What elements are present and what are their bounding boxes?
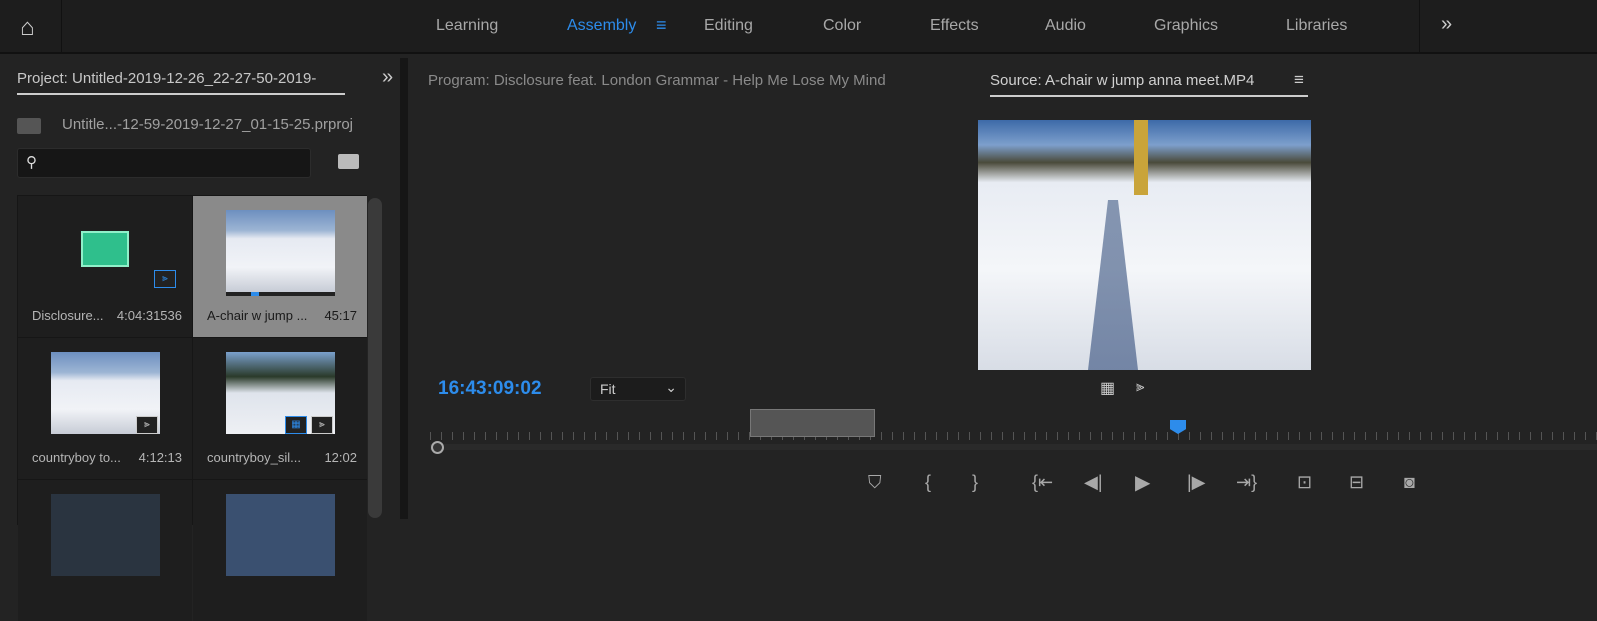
clip-thumbnail (226, 210, 335, 292)
workspace-bar: ⌂ Learning Assembly ≡ Editing Color Effe… (0, 0, 1597, 54)
add-marker-button[interactable]: ⛉ (868, 472, 882, 493)
mark-out-button[interactable]: } (972, 472, 978, 493)
workspace-effects[interactable]: Effects (930, 17, 979, 35)
clip-name: A-chair w jump ... (207, 308, 308, 323)
drag-video-icon[interactable]: ▦ (1100, 378, 1115, 398)
bin-item-selected[interactable]: A-chair w jump ... 45:17 (193, 196, 367, 337)
clip-name: countryboy to... (32, 450, 121, 465)
zoom-select[interactable]: Fit ⌄ (590, 377, 686, 401)
source-monitor-tab[interactable]: Source: A-chair w jump anna meet.MP4 (990, 72, 1308, 97)
clip-duration: 4:12:13 (138, 450, 182, 465)
go-to-in-button[interactable]: {⇤ (1032, 472, 1053, 493)
project-file-name: Untitle...-12-59-2019-12-27_01-15-25.prp… (62, 116, 354, 133)
workspace-graphics[interactable]: Graphics (1154, 17, 1218, 35)
scrub-bar[interactable] (430, 444, 1597, 450)
clip-duration: 12:02 (324, 450, 357, 465)
audio-badge-icon: ⫸ (311, 416, 333, 434)
bin-scrollbar[interactable] (368, 198, 382, 518)
workspace-learning[interactable]: Learning (436, 17, 498, 35)
mark-in-button[interactable]: { (925, 472, 931, 493)
video-badge-icon: ▦ (285, 416, 307, 434)
step-forward-button[interactable]: |▶ (1187, 472, 1206, 493)
clip-name: countryboy_sil... (207, 450, 301, 465)
source-monitor: Program: Disclosure feat. London Grammar… (408, 58, 1597, 519)
export-frame-camera-icon[interactable]: ◙ (1404, 472, 1415, 493)
bin-item[interactable] (193, 480, 367, 621)
more-workspaces-icon[interactable]: » (1441, 13, 1452, 36)
go-to-out-button[interactable]: ⇥} (1236, 472, 1257, 493)
chevron-down-icon: ⌄ (665, 379, 677, 395)
insert-button[interactable]: ⊡ (1297, 472, 1312, 493)
panel-menu-icon[interactable]: ≡ (1294, 70, 1304, 90)
workspace-menu-icon[interactable]: ≡ (656, 15, 667, 36)
project-tab[interactable]: Project: Untitled-2019-12-26_22-27-50-20… (17, 70, 345, 95)
find-in-bin-icon[interactable] (338, 154, 359, 169)
bin-item[interactable]: ⫸ Disclosure... 4:04:31536 (18, 196, 192, 337)
search-input[interactable]: ⚲ (17, 148, 311, 178)
audio-badge-icon: ⫸ (154, 270, 176, 288)
bin-item[interactable]: ⫸ countryboy to... 4:12:13 (18, 338, 192, 479)
zoom-scroll-handle[interactable] (750, 409, 875, 437)
play-button[interactable]: ▶ (1135, 470, 1150, 495)
workspace-assembly[interactable]: Assembly (567, 17, 636, 35)
bin-item[interactable] (18, 480, 192, 621)
panel-divider[interactable] (400, 58, 408, 519)
bin-grid: ⫸ Disclosure... 4:04:31536 A-chair w jump… (17, 195, 367, 621)
workspace-audio[interactable]: Audio (1045, 17, 1086, 35)
scrub-start-handle[interactable] (431, 441, 444, 454)
timecode[interactable]: 16:43:09:02 (438, 378, 542, 400)
project-panel: Project: Untitled-2019-12-26_22-27-50-20… (0, 58, 400, 621)
workspace-libraries[interactable]: Libraries (1286, 17, 1347, 35)
bin-item[interactable]: ▦ ⫸ countryboy_sil... 12:02 (193, 338, 367, 479)
clip-name: Disclosure... (32, 308, 104, 323)
workspace-color[interactable]: Color (823, 17, 861, 35)
clip-duration: 4:04:31536 (116, 308, 182, 323)
audio-clip-icon (81, 231, 129, 267)
program-monitor-tab[interactable]: Program: Disclosure feat. London Grammar… (428, 72, 886, 89)
time-ruler[interactable] (430, 432, 1597, 440)
step-back-button[interactable]: ◀| (1084, 472, 1103, 493)
drag-audio-icon[interactable]: ⫸ (1136, 378, 1144, 395)
search-icon: ⚲ (26, 154, 37, 171)
audio-badge-icon: ⫸ (136, 416, 158, 434)
clip-duration: 45:17 (324, 308, 357, 323)
overwrite-button[interactable]: ⊟ (1349, 472, 1364, 493)
workspace-editing[interactable]: Editing (704, 17, 753, 35)
zoom-value: Fit (600, 381, 616, 397)
video-frame (978, 120, 1311, 370)
panel-overflow-icon[interactable]: » (382, 66, 393, 89)
up-folder-icon[interactable] (17, 118, 41, 134)
